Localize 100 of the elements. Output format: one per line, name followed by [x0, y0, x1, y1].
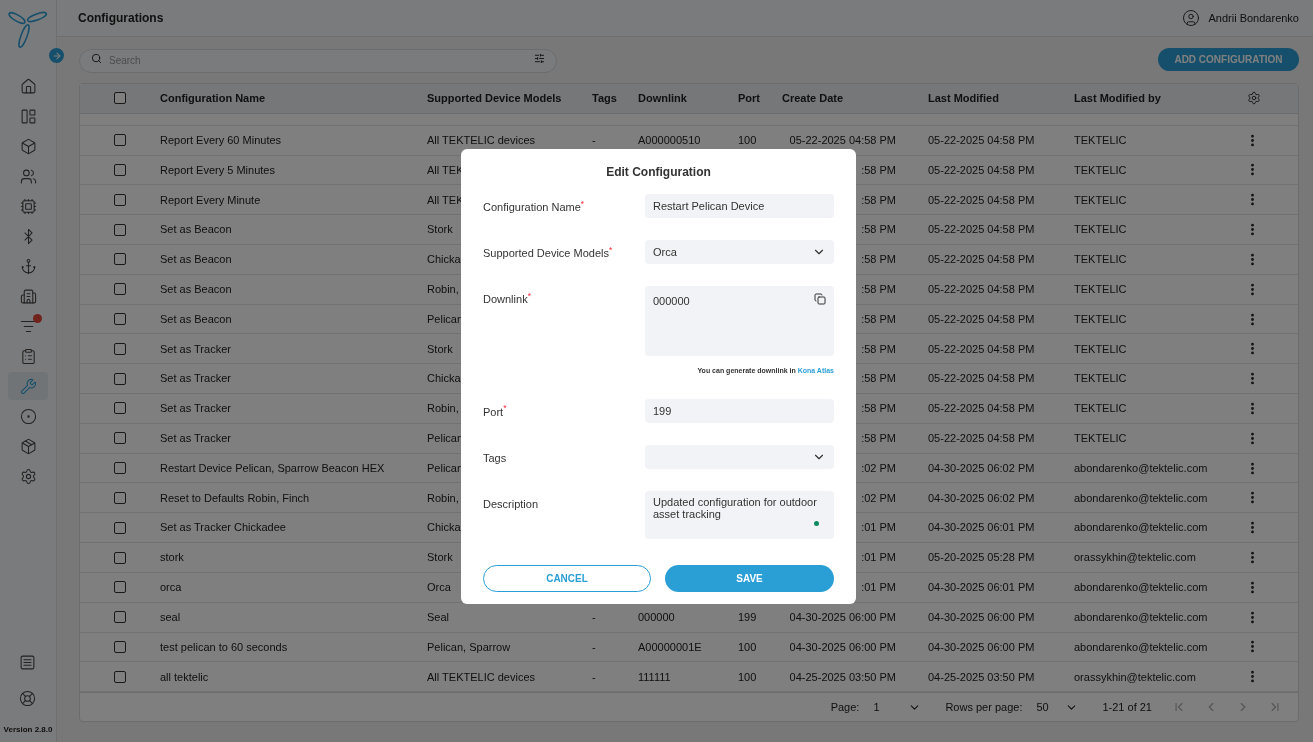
table-cell-text: orca	[160, 580, 182, 596]
table-cell-text: Set as Beacon	[160, 222, 232, 238]
notification-badge	[33, 314, 42, 323]
field-label: Configuration Name$^{*}$	[483, 199, 586, 215]
table-cell-text: Restart Device Pelican, Sparrow Beacon HEX	[160, 460, 385, 476]
page-label: Page:	[830, 699, 860, 715]
panel-icon	[19, 653, 37, 671]
table-cell-text: Set as Tracker	[160, 371, 231, 387]
checkbox[interactable]	[114, 163, 126, 176]
table-cell-text: 05-22-2025 04:58 PM	[928, 222, 1035, 238]
table-cell-text: abondarenko@tektelic.com	[1074, 490, 1208, 506]
checkbox[interactable]	[114, 551, 126, 564]
table-cell-text: abondarenko@tektelic.com	[1074, 639, 1208, 655]
column-header: Configuration Name	[160, 91, 267, 107]
checkbox[interactable]	[114, 581, 126, 594]
table-cell-text: :58 PM	[861, 192, 896, 208]
checkbox[interactable]	[114, 402, 126, 415]
table-cell-text: :58 PM	[861, 401, 896, 417]
checkbox[interactable]	[114, 253, 126, 266]
column-header: Last Modified	[928, 91, 1000, 107]
checkbox[interactable]	[114, 92, 126, 105]
table-cell-text: 04-30-2025 06:02 PM	[928, 460, 1035, 476]
table-cell-text: test pelican to 60 seconds	[160, 639, 288, 655]
table-cell-text: 04-30-2025 06:00 PM	[789, 609, 896, 625]
field-label: Port$^{*}$	[483, 403, 508, 420]
table-cell-text: TEKTELIC	[1074, 341, 1127, 357]
filter-icon[interactable]	[534, 53, 545, 64]
table-cell-text: all tektelic	[160, 669, 209, 685]
table-cell-text: :02 PM	[861, 490, 896, 506]
checkbox[interactable]	[114, 283, 126, 296]
column-header: Port	[738, 91, 761, 107]
text-field[interactable]: Restart Pelican Device	[645, 194, 834, 218]
table-cell-text: :01 PM	[861, 520, 896, 536]
checkbox[interactable]	[114, 611, 126, 624]
table-cell-text: 05-22-2025 04:58 PM	[789, 132, 896, 148]
table-cell-text: Chicka	[427, 520, 461, 536]
checkbox[interactable]	[114, 134, 126, 147]
table-cell-text: -	[592, 669, 597, 685]
checkbox[interactable]	[114, 640, 126, 653]
checkbox[interactable]	[114, 223, 126, 236]
checkbox[interactable]	[114, 342, 126, 355]
wrench-icon	[19, 377, 37, 395]
column-header: Supported Device Models	[427, 91, 563, 107]
table-cell-text: 04-30-2025 06:00 PM	[928, 609, 1035, 625]
checkbox[interactable]	[114, 491, 126, 504]
select-field[interactable]: Orca	[645, 240, 834, 264]
settings-icon[interactable]	[1247, 91, 1261, 106]
page-select[interactable]: 1	[873, 698, 922, 716]
table-cell-text: 111111	[638, 669, 672, 685]
table-cell-text: :58 PM	[861, 371, 896, 387]
column-header: Create Date	[782, 91, 845, 107]
table-cell-text: :01 PM	[861, 580, 896, 596]
table-cell-text: 04-30-2025 06:00 PM	[928, 639, 1035, 655]
table-cell-text: Pelican, Sparrow	[427, 639, 511, 655]
table-cell-text: All TEKTELIC devices	[427, 669, 535, 685]
table-cell-text: Robin,	[427, 281, 459, 297]
table-cell-text: abondarenko@tektelic.com	[1074, 580, 1208, 596]
package-icon	[19, 437, 37, 455]
settings-icon	[19, 467, 37, 485]
table-cell-text: 199	[738, 609, 758, 625]
table-cell-text: 05-20-2025 05:28 PM	[928, 550, 1035, 566]
table-cell-text: 000000	[638, 609, 676, 625]
table-cell-text: 04-25-2025 03:50 PM	[928, 669, 1035, 685]
checkbox[interactable]	[114, 432, 126, 445]
text-field[interactable]: 199	[645, 398, 834, 423]
table-cell-text: Report Every 60 Minutes	[160, 132, 282, 148]
table-cell-text: :58 PM	[861, 281, 896, 297]
table-cell-text: 100	[738, 132, 758, 148]
clipboard-icon	[19, 347, 37, 365]
anchor-icon	[19, 257, 37, 275]
table-cell-text: A000000510	[638, 132, 702, 148]
table-cell-text: orassykhin@tektelic.com	[1074, 550, 1196, 566]
checkbox[interactable]	[114, 193, 126, 206]
table-cell-text: TEKTELIC	[1074, 371, 1127, 387]
version-label: Version 2.8.0	[3, 724, 53, 736]
table-cell-text: abondarenko@tektelic.com	[1074, 520, 1208, 536]
table-cell-text: :58 PM	[861, 162, 896, 178]
table-cell-text: abondarenko@tektelic.com	[1074, 460, 1208, 476]
table-cell-text: 05-22-2025 04:58 PM	[928, 192, 1035, 208]
description-field[interactable]: Updated configuration for outdoor asset tracking	[645, 490, 834, 539]
table-cell-text: Stork	[427, 341, 453, 357]
checkbox[interactable]	[114, 313, 126, 325]
table-cell-text: Robin,	[427, 401, 459, 417]
select-field[interactable]	[645, 444, 834, 469]
table-cell-text: 05-22-2025 04:58 PM	[928, 371, 1035, 387]
save-button[interactable]: SAVE	[665, 564, 834, 592]
checkbox[interactable]	[114, 462, 126, 475]
table-cell-text: Report Every Minute	[160, 192, 261, 208]
checkbox[interactable]	[114, 521, 126, 534]
checkbox[interactable]	[114, 372, 126, 385]
rows-select[interactable]: 50	[1036, 698, 1079, 716]
table-cell-text: TEKTELIC	[1074, 162, 1127, 178]
downlink-field[interactable]: 000000	[645, 286, 834, 356]
table-cell-text: 05-22-2025 04:58 PM	[928, 162, 1035, 178]
table-cell-text: 04-30-2025 06:02 PM	[928, 490, 1035, 506]
table-cell-text: TEKTELIC	[1074, 401, 1127, 417]
table-cell-text: -	[592, 609, 597, 625]
search-icon	[91, 53, 102, 64]
range-label: 1-21 of 21	[1102, 699, 1152, 715]
checkbox[interactable]	[114, 670, 126, 683]
